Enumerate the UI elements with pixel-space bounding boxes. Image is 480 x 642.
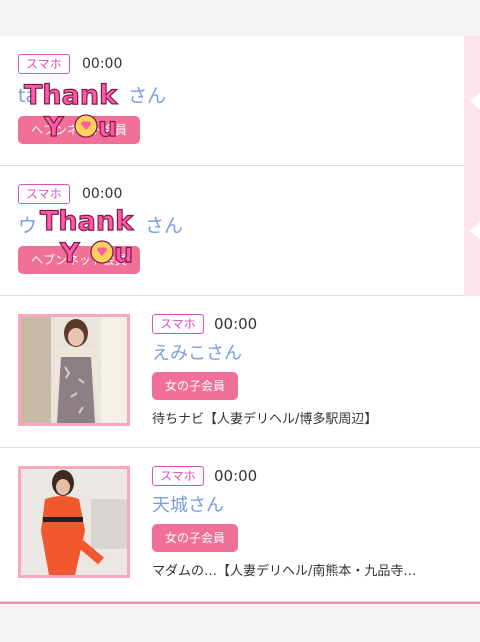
svg-text:Y: Y	[59, 238, 80, 269]
list-item[interactable]: スマホ 00:00 えみこさん 女の子会員 待ちナビ【人妻デリヘル/博多駅周辺】	[0, 296, 480, 448]
device-badge: スマホ	[152, 466, 204, 486]
member-type-button[interactable]: 女の子会員	[152, 372, 238, 400]
thank-you-stamp: Thank Y u	[23, 79, 118, 143]
girl-photo[interactable]	[18, 466, 130, 578]
list-item[interactable]: スマホ 00:00 ta さん ヘブンネット会員 Thank Y u	[0, 36, 480, 166]
device-badge: スマホ	[152, 314, 204, 334]
stamp-you: Y	[43, 112, 64, 143]
visit-time: 00:00	[214, 315, 258, 333]
side-tab-1[interactable]	[464, 36, 480, 166]
chevron-left-icon	[470, 92, 480, 110]
visit-time: 00:00	[82, 56, 123, 72]
svg-text:u: u	[114, 238, 133, 269]
visitor-name-prefix[interactable]: ウ	[18, 214, 37, 238]
list-item[interactable]: スマホ 00:00 天城さん 女の子会員 マダムの…【人妻デリヘル/南熊本・九品…	[0, 448, 480, 602]
svg-text:u: u	[98, 112, 117, 143]
stamp-thank: Thank	[24, 80, 118, 111]
member-type-button[interactable]: 女の子会員	[152, 524, 238, 552]
photo-image	[21, 317, 127, 423]
girl-photo[interactable]	[18, 314, 130, 426]
shop-name[interactable]: マダムの…【人妻デリヘル/南熊本・九品寺…	[152, 560, 416, 579]
visit-time: 00:00	[214, 467, 258, 485]
svg-text:Thank: Thank	[40, 206, 134, 237]
photo-image	[21, 469, 127, 575]
visitor-name[interactable]: 天城さん	[152, 494, 224, 518]
list-item[interactable]: スマホ 00:00 ウ さん ヘブンネット会員 Thank Y u	[0, 166, 480, 296]
top-bar	[0, 0, 480, 36]
thank-you-stamp: Thank Y u	[39, 205, 134, 269]
shop-name[interactable]: 待ちナビ【人妻デリヘル/博多駅周辺】	[152, 408, 377, 427]
visitor-name[interactable]: えみこさん	[152, 342, 242, 366]
side-tab-2[interactable]	[464, 166, 480, 296]
bottom-bar	[0, 602, 480, 642]
chevron-left-icon	[470, 222, 480, 240]
device-badge: スマホ	[18, 54, 70, 74]
